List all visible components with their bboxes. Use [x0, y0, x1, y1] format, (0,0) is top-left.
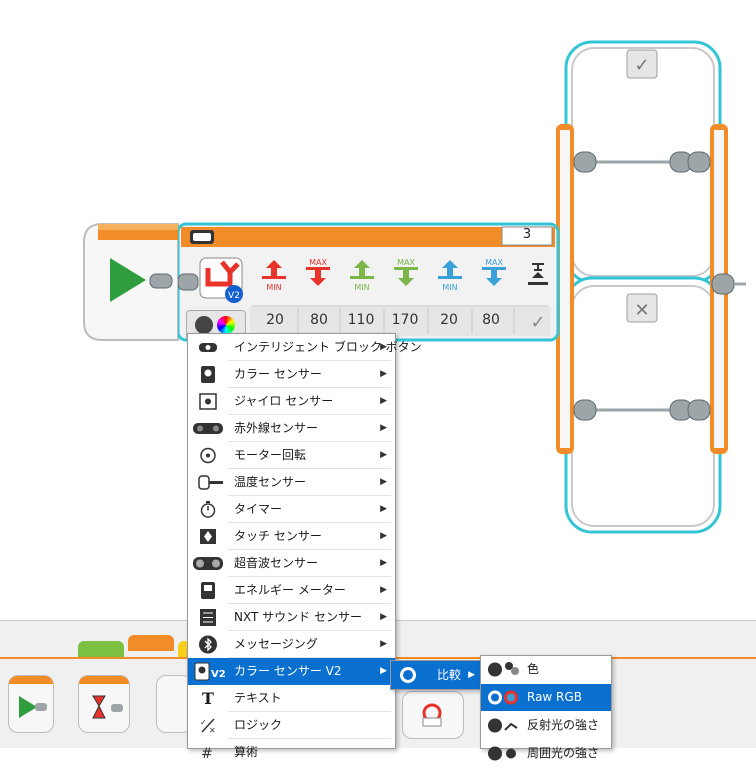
menu-item-motor-rotation[interactable]: モーター回転 ▶	[188, 442, 395, 469]
start-block[interactable]	[78, 220, 188, 344]
port-blue-min: MIN	[438, 260, 462, 292]
text-icon: T	[202, 689, 214, 708]
svg-text:MAX: MAX	[397, 258, 415, 267]
output-check-icon: ✓	[530, 312, 545, 333]
palette-tab-flow[interactable]	[128, 635, 174, 651]
svg-text:#: #	[201, 746, 213, 762]
menu-item-raw-rgb[interactable]: Raw RGB	[481, 684, 611, 711]
svg-text:MAX: MAX	[485, 258, 503, 267]
switch-case-frames: ✓ ✕	[556, 40, 746, 534]
menu-item-reflected-light[interactable]: 反射光の強さ	[481, 712, 611, 739]
sensor-menu: インテリジェント ブロック ボタン ▶ カラー センサー ▶ ジャイロ センサー ▶ …	[187, 333, 422, 762]
menu-item-logic[interactable]: ✓ ✕ ロジック	[188, 712, 395, 739]
switch-ports: MIN MAX MIN MAX MIN MAX	[262, 258, 548, 292]
touch-sensor-icon	[198, 527, 218, 546]
menu-item-timer[interactable]: タイマー ▶	[188, 496, 395, 523]
svg-text:✓: ✓	[200, 718, 207, 727]
port-result	[528, 263, 548, 285]
raw-rgb-icon	[487, 688, 521, 707]
port-red-min: MIN	[262, 260, 286, 292]
port-red-max: MAX	[306, 258, 330, 286]
svg-text:MIN: MIN	[442, 283, 457, 292]
menu-item-text[interactable]: T テキスト	[188, 685, 395, 712]
rgb-icon	[217, 316, 235, 334]
port-green-max: MAX	[394, 258, 418, 286]
menu-item-color-sensor[interactable]: カラー センサー ▶	[188, 361, 395, 388]
energy-meter-icon	[198, 581, 218, 600]
motor-rotation-icon	[198, 446, 218, 465]
math-icon: #	[198, 743, 218, 762]
svg-text:MIN: MIN	[266, 283, 281, 292]
color-sensor-icon	[198, 365, 218, 384]
sensor-port-icon	[195, 316, 213, 334]
infrared-sensor-icon	[192, 419, 224, 438]
menu-item-energy-meter[interactable]: エネルギー メーター ▶	[188, 577, 395, 604]
reflected-light-icon	[487, 716, 521, 735]
svg-text:MAX: MAX	[309, 258, 327, 267]
submenu-arrow-icon: ▶	[380, 342, 387, 352]
menu-item-gyro-sensor[interactable]: ジャイロ センサー ▶	[188, 388, 395, 415]
menu-item-infrared-sensor[interactable]: 赤外線センサー ▶	[188, 415, 395, 442]
menu-item-nxt-sound-sensor[interactable]: NXT サウンド センサー ▶	[188, 604, 395, 631]
menu-item-ultrasonic-sensor[interactable]: 超音波センサー ▶	[188, 550, 395, 577]
svg-text:MIN: MIN	[354, 283, 369, 292]
palette-start-block[interactable]	[8, 675, 54, 733]
palette-wait-block[interactable]	[78, 675, 130, 733]
timer-icon	[198, 500, 218, 519]
menu-item-compare[interactable]: 比較 ▶	[391, 661, 483, 689]
logic-icon: ✓ ✕	[198, 716, 218, 735]
cross-icon: ✕	[634, 300, 649, 321]
port-green-min: MIN	[350, 260, 374, 292]
menu-item-touch-sensor[interactable]: タッチ センサー ▶	[188, 523, 395, 550]
port-blue-max: MAX	[482, 258, 506, 286]
bluetooth-icon	[198, 635, 218, 654]
palette-tab-action[interactable]	[78, 641, 124, 657]
menu-item-temperature-sensor[interactable]: 温度センサー ▶	[188, 469, 395, 496]
mode-submenu: 色 Raw RGB 反射光の強さ 周囲光の強さ	[480, 655, 612, 761]
nxt-sound-sensor-icon	[198, 608, 218, 627]
svg-text:V2: V2	[228, 291, 240, 301]
gyro-sensor-icon	[198, 392, 218, 411]
check-icon: ✓	[634, 55, 649, 76]
menu-item-messaging[interactable]: メッセージング ▶	[188, 631, 395, 658]
menu-item-brick-buttons[interactable]: インテリジェント ブロック ボタン ▶	[188, 334, 422, 361]
case-count[interactable]: 3	[503, 227, 551, 243]
color-mode-icon	[487, 660, 521, 679]
brick-buttons-icon	[198, 338, 218, 357]
color-sensor-v2-icon: V2	[194, 662, 228, 681]
menu-item-color-sensor-v2[interactable]: V2 カラー センサー V2 ▶	[188, 658, 395, 685]
compare-mode-icon	[399, 666, 419, 685]
compare-submenu: 比較 ▶	[390, 660, 484, 690]
menu-item-math[interactable]: # 算術	[188, 739, 395, 766]
ultrasonic-sensor-icon	[192, 554, 224, 573]
menu-item-ambient-light[interactable]: 周囲光の強さ	[481, 740, 611, 767]
menu-item-color[interactable]: 色	[481, 656, 611, 683]
palette-switch-block[interactable]	[402, 691, 464, 739]
temperature-sensor-icon	[198, 473, 224, 492]
svg-text:✕: ✕	[209, 726, 216, 735]
svg-text:V2: V2	[211, 669, 226, 680]
